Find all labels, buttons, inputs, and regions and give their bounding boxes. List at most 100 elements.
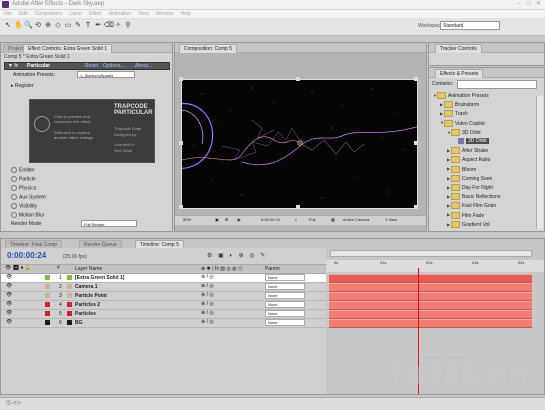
menu-edit[interactable]: Edit <box>19 10 28 18</box>
effects-tree-item[interactable]: 3D Orbit <box>454 138 489 145</box>
video-visibility-icon[interactable]: 👁 <box>6 274 12 280</box>
menu-layer[interactable]: Layer <box>69 10 82 18</box>
text-tool-icon[interactable]: T <box>84 22 92 30</box>
bounds-handle[interactable] <box>179 205 183 209</box>
workspace-dropdown[interactable]: Standard <box>440 21 500 30</box>
effects-tree-item[interactable]: ▼ Animation Presets <box>433 92 489 99</box>
options-link[interactable]: Options... <box>103 63 124 70</box>
effects-tree-item[interactable]: ▶ Film Fade <box>447 211 484 219</box>
minimize-button[interactable]: – <box>514 1 523 8</box>
video-visibility-icon[interactable]: 👁 <box>6 283 12 289</box>
effects-tree-item[interactable]: ▶ Aspect Ratio <box>447 156 490 164</box>
register-section[interactable]: ▸ Register <box>11 83 34 89</box>
menu-window[interactable]: Window <box>156 10 174 18</box>
layer-switches-icons[interactable]: ⊕ / ◎ <box>201 319 214 325</box>
about-link[interactable]: About... <box>135 63 152 70</box>
effects-tree-item[interactable]: ▶ Bloom <box>447 165 476 173</box>
bounds-handle[interactable] <box>179 141 183 145</box>
layer-name[interactable]: Particles <box>75 311 96 317</box>
render-mode-dropdown[interactable]: Full Render <box>81 220 137 227</box>
hand-tool-icon[interactable]: ✋ <box>14 22 23 30</box>
effects-tree-item[interactable]: ▶ After Shake <box>447 147 488 155</box>
selection-tool-icon[interactable]: ↖ <box>4 22 12 30</box>
video-visibility-icon[interactable]: 👁 <box>6 292 12 298</box>
menu-composition[interactable]: Composition <box>35 10 63 18</box>
region-of-interest-icon[interactable]: ▣ <box>215 217 219 222</box>
layer-name[interactable]: Camera 1 <box>75 284 98 290</box>
views-dropdown[interactable]: 1 View <box>385 217 397 222</box>
resolution-dropdown[interactable]: Full <box>309 217 315 222</box>
bounds-handle[interactable] <box>296 77 300 81</box>
timeline-layer-row[interactable]: 👁 5 Particles ⊕ / ◎ None <box>1 310 326 319</box>
menu-effect[interactable]: Effect <box>89 10 102 18</box>
bounds-handle[interactable] <box>414 77 418 81</box>
clone-stamp-tool-icon[interactable]: ✧ <box>114 22 122 30</box>
effects-tree-item[interactable]: ▶ Basic Reflections <box>447 193 500 201</box>
tab-tracker-controls[interactable]: Tracker Controls <box>435 44 482 53</box>
menu-help[interactable]: Help <box>180 10 190 18</box>
effect-preview-panel[interactable]: Click to preview and customize this effe… <box>29 99 155 163</box>
layer-name[interactable]: Particles 2 <box>75 302 100 308</box>
pen-tool-icon[interactable]: ✎ <box>74 22 82 30</box>
layer-name-header[interactable]: Layer Name <box>75 266 102 272</box>
rectangle-mask-tool-icon[interactable]: ▭ <box>64 22 72 30</box>
layer-name[interactable]: BG <box>75 320 83 326</box>
rotation-tool-icon[interactable]: ⟲ <box>34 22 42 30</box>
timeline-current-time[interactable]: 0:00:00:24 <box>7 251 46 260</box>
layer-label-color[interactable] <box>45 284 50 289</box>
layer-switches-icons[interactable]: ⊕ / ◎ <box>201 274 214 280</box>
composition-viewer[interactable] <box>181 79 418 209</box>
bounds-handle[interactable] <box>179 77 183 81</box>
timeline-layer-row[interactable]: 👁 6 BG ⊕ / ◎ None <box>1 319 326 328</box>
effect-header-row[interactable]: ▼ fx Particular Reset Options... About..… <box>4 62 170 70</box>
layer-name[interactable]: Particle Point <box>75 293 107 299</box>
parent-dropdown[interactable]: None <box>265 283 305 290</box>
layer-duration-bar[interactable] <box>329 310 532 319</box>
orbit-camera-tool-icon[interactable]: ⊕ <box>44 22 52 30</box>
timeline-layer-row[interactable]: 👁 3 Particle Point ⊕ / ◎ None <box>1 292 326 301</box>
transparency-grid-icon[interactable]: ▦ <box>331 217 335 222</box>
maximize-button[interactable]: □ <box>524 1 533 8</box>
layer-switches-icons[interactable]: ⊕ / ◎ <box>201 292 214 298</box>
time-navigator[interactable] <box>330 250 532 257</box>
parent-dropdown[interactable]: None <box>265 292 305 299</box>
layer-duration-bar[interactable] <box>329 292 532 301</box>
grid-icon[interactable]: ⊞ <box>225 217 228 222</box>
layer-switches-icons[interactable]: ⊕ / ◎ <box>201 283 214 289</box>
effects-tree-item[interactable]: ▶ Coming Soon <box>447 174 492 182</box>
timeline-layer-row[interactable]: 👁 2 Camera 1 ⊕ / ◎ None <box>1 283 326 292</box>
layer-label-color[interactable] <box>45 320 50 325</box>
layer-label-color[interactable] <box>45 311 50 316</box>
timeline-layer-row[interactable]: 👁 4 Particles 2 ⊕ / ◎ None <box>1 301 326 310</box>
section-motion-blur[interactable]: Motion Blur <box>11 212 44 218</box>
eraser-tool-icon[interactable]: ⌫ <box>104 22 114 30</box>
parent-dropdown[interactable]: None <box>265 319 305 326</box>
layer-duration-bar[interactable] <box>329 274 532 283</box>
parent-dropdown[interactable]: None <box>265 301 305 308</box>
video-visibility-icon[interactable]: 👁 <box>6 319 12 325</box>
comp-timecode[interactable]: 0:00:00:24 <box>261 217 280 222</box>
magnification-dropdown[interactable]: 50% <box>183 217 191 222</box>
section-physics[interactable]: Physics <box>11 185 36 191</box>
camera-dropdown[interactable]: Active Camera <box>343 217 369 222</box>
bounds-handle[interactable] <box>296 205 300 209</box>
layer-switches-icons[interactable]: ⊕ / ◎ <box>201 301 214 307</box>
bounds-handle[interactable] <box>414 141 418 145</box>
section-aux-system[interactable]: Aux System <box>11 194 46 200</box>
snapshot-icon[interactable]: ◉ <box>237 217 241 222</box>
effects-tree-item[interactable]: ▶ Gradient Vol <box>447 220 490 228</box>
layer-label-color[interactable] <box>45 293 50 298</box>
time-ruler[interactable]: 0s 01s 02s 03s 04s <box>326 260 544 272</box>
status-icons[interactable]: ◫ ◁ ▷ <box>6 400 21 406</box>
effects-search-input[interactable] <box>457 80 537 89</box>
menu-file[interactable]: File <box>4 10 12 18</box>
tab-effects-presets[interactable]: Effects & Presets <box>435 69 484 78</box>
section-visibility[interactable]: Visibility <box>11 203 37 209</box>
layer-duration-bar[interactable] <box>329 319 532 328</box>
timeline-switches-icons[interactable]: ⚙ ▣ ◐ ⊕ ◎ ✎ <box>207 252 267 259</box>
effects-tree-item[interactable]: ▼ 3D Orbit <box>447 128 481 136</box>
video-visibility-icon[interactable]: 👁 <box>6 301 12 307</box>
layer-switches-icons[interactable]: ⊕ / ◎ <box>201 310 214 316</box>
effects-tree-item[interactable]: ▶ Fast Film Grain <box>447 202 496 210</box>
brush-tool-icon[interactable]: ✒ <box>94 22 102 30</box>
